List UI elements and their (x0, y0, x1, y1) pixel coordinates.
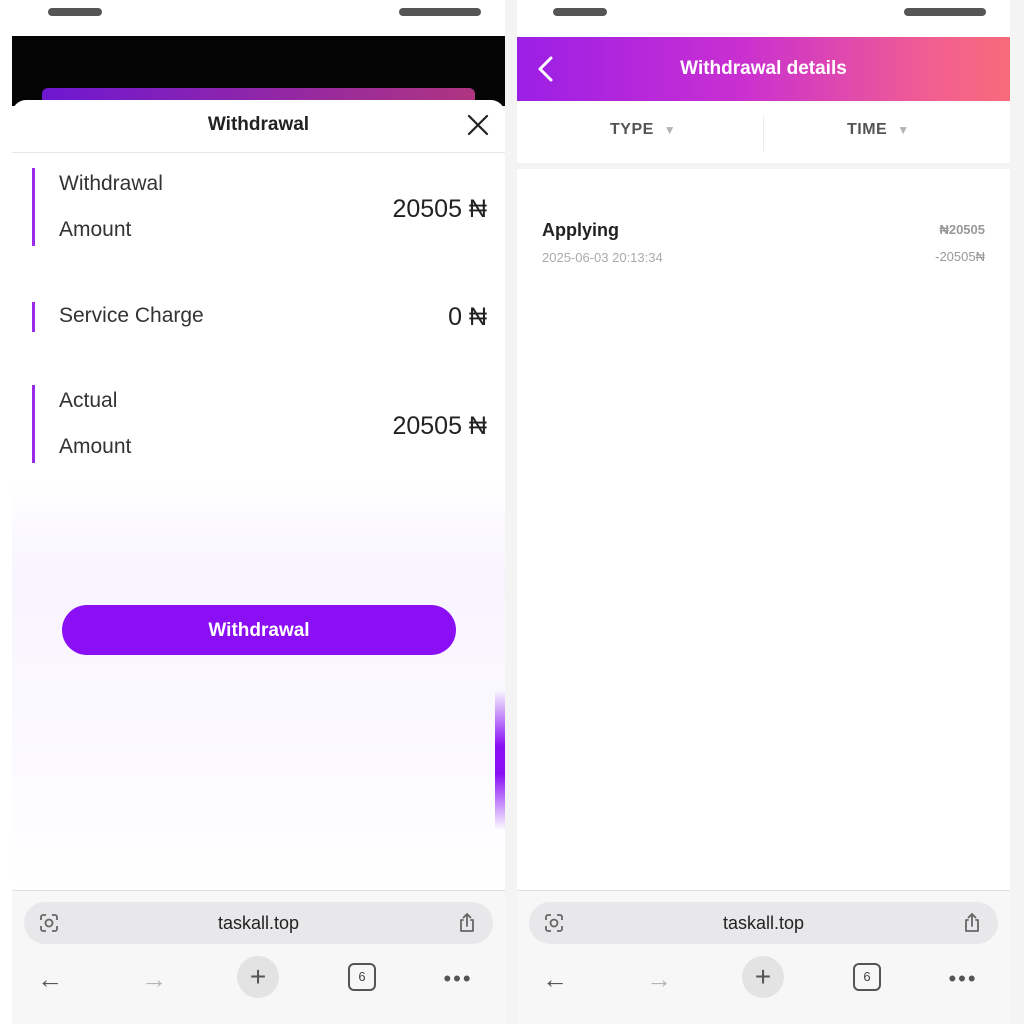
browser-nav-row: ← → + 6 ••• (12, 953, 505, 1003)
row-accent-bar (32, 302, 35, 332)
status-time-fragment (553, 8, 607, 16)
record-delta: -20505₦ (935, 249, 985, 264)
caret-down-icon: ▼ (897, 123, 910, 137)
right-edge (1010, 0, 1024, 1024)
address-bar[interactable]: taskall.top (24, 902, 493, 944)
caret-down-icon: ▼ (663, 123, 677, 137)
type-filter-label: TYPE (610, 121, 654, 138)
new-tab-plus-icon[interactable]: + (237, 956, 279, 998)
record-amount: ₦20505 (939, 222, 985, 237)
actual-amount-label-line1: Actual (59, 389, 118, 412)
edge-glow (495, 690, 505, 830)
actual-amount-label-line2: Amount (59, 435, 132, 458)
service-charge-value: 0 ₦ (448, 303, 487, 331)
more-icon[interactable]: ••• (943, 959, 983, 999)
withdrawal-sheet: Withdrawal Withdrawal Amount 20505 ₦ Ser… (12, 100, 505, 892)
new-tab-plus-icon[interactable]: + (742, 956, 784, 998)
background-page-header (12, 36, 505, 106)
status-bar (12, 0, 505, 36)
list-item[interactable]: Applying 2025-06-03 20:13:34 ₦20505 -205… (517, 200, 1010, 280)
back-arrow-icon[interactable]: ← (30, 959, 70, 999)
type-filter[interactable]: TYPE ▼ (610, 121, 676, 139)
record-datetime: 2025-06-03 20:13:34 (542, 250, 663, 265)
time-filter-label: TIME (847, 121, 888, 138)
browser-nav-row: ← → + 6 ••• (517, 953, 1010, 1003)
sheet-title: Withdrawal (207, 114, 310, 135)
withdrawal-amount-row: Withdrawal Amount 20505 ₦ (12, 168, 505, 248)
service-charge-label: Service Charge (59, 304, 204, 327)
withdrawal-amount-label-line2: Amount (59, 218, 132, 241)
tabs-icon[interactable]: 6 (348, 963, 376, 991)
page-title: Withdrawal details (680, 58, 847, 79)
url-text: taskall.top (722, 913, 805, 933)
record-status: Applying (542, 220, 619, 240)
address-bar[interactable]: taskall.top (529, 902, 998, 944)
url-text: taskall.top (217, 913, 300, 933)
actual-amount-value: 20505 ₦ (392, 412, 487, 440)
service-charge-row: Service Charge 0 ₦ (12, 300, 505, 334)
withdrawal-details-screen: Withdrawal details TYPE ▼ TIME ▼ Applying … (517, 0, 1010, 1024)
panel-gutter (505, 0, 517, 1024)
row-accent-bar (32, 385, 35, 463)
tabs-icon[interactable]: 6 (853, 963, 881, 991)
back-arrow-icon[interactable]: ← (535, 959, 575, 999)
share-icon[interactable] (960, 911, 984, 935)
status-icons-fragment (399, 8, 481, 16)
close-icon[interactable] (465, 112, 491, 138)
withdrawal-sheet-screen: Withdrawal Withdrawal Amount 20505 ₦ Ser… (12, 0, 505, 1024)
withdrawal-button[interactable]: Withdrawal (62, 605, 456, 655)
browser-toolbar: taskall.top ← → + 6 ••• (517, 890, 1010, 1024)
more-icon[interactable]: ••• (438, 959, 478, 999)
withdrawal-amount-label-line1: Withdrawal (59, 172, 163, 195)
share-icon[interactable] (455, 911, 479, 935)
filter-divider (763, 115, 764, 151)
status-bar (517, 0, 1010, 36)
sheet-header: Withdrawal (12, 100, 505, 153)
time-filter[interactable]: TIME ▼ (847, 121, 910, 139)
browser-toolbar: taskall.top ← → + 6 ••• (12, 890, 505, 1024)
page-header: Withdrawal details (517, 37, 1010, 101)
actual-amount-row: Actual Amount 20505 ₦ (12, 385, 505, 465)
status-icons-fragment (904, 8, 986, 16)
withdrawal-amount-value: 20505 ₦ (392, 195, 487, 223)
forward-arrow-icon[interactable]: → (134, 959, 174, 999)
status-time-fragment (48, 8, 102, 16)
row-accent-bar (32, 168, 35, 246)
filter-bar: TYPE ▼ TIME ▼ (517, 101, 1010, 169)
forward-arrow-icon[interactable]: → (639, 959, 679, 999)
